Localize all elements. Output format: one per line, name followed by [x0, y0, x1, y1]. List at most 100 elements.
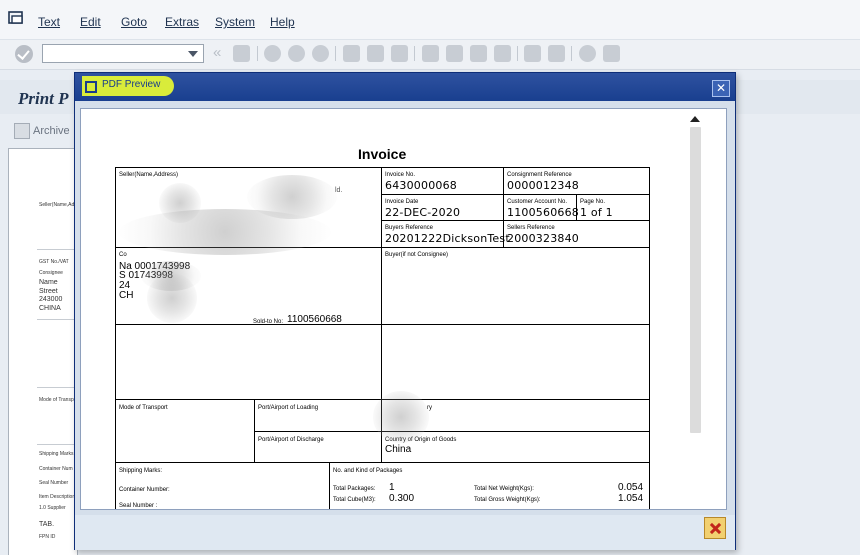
page-no-value: 1 of 1 [580, 206, 613, 219]
seller-label: Seller(Name,Address) [119, 172, 179, 178]
redaction-mark [147, 273, 197, 323]
total-packages-label: Total Packages: [333, 486, 376, 492]
menu-system[interactable]: System [215, 15, 255, 29]
bg-doc-line: Shipping Marks [39, 451, 74, 457]
bg-doc-line: TAB. [39, 521, 55, 528]
customer-account-value: 1100560668 [507, 206, 579, 219]
bg-doc-line: 243000 [39, 296, 63, 303]
buyer-label: Buyer(if not Consignee) [385, 252, 449, 258]
back-icon[interactable] [264, 45, 281, 62]
gross-weight-value: 1.054 [618, 493, 644, 504]
menu-goto[interactable]: Goto [121, 15, 147, 29]
last-page-icon[interactable] [494, 45, 511, 62]
mode-transport-label: Mode of Transport [119, 405, 168, 411]
pdf-preview-dialog: PDF Preview ✕ Invoice Seller(Name,Addres… [74, 72, 736, 550]
country-origin-value: China [385, 444, 412, 455]
net-weight-label: Total Net Weight(Kgs): [474, 486, 534, 492]
shortcut-icon[interactable] [548, 45, 565, 62]
cancel-icon[interactable] [312, 45, 329, 62]
viewer-scrollbar[interactable] [686, 109, 706, 509]
consignment-ref-value: 0000012348 [507, 179, 579, 192]
scrollbar-thumb[interactable] [690, 127, 701, 433]
bg-doc-line: GST No./VAT [39, 259, 69, 265]
container-number-label: Container Number: [119, 487, 170, 493]
dialog-footer [75, 515, 735, 550]
chevron-down-icon[interactable] [188, 51, 198, 57]
menu-edit[interactable]: Edit [80, 15, 101, 29]
total-cube-value: 0.300 [389, 493, 415, 504]
total-cube-label: Total Cube(M3): [333, 497, 376, 503]
port-loading-label: Port/Airport of Loading [258, 405, 319, 411]
bg-doc-line: Consignee [39, 270, 63, 276]
buyers-ref-label: Buyers Reference [385, 225, 434, 231]
find-icon[interactable] [367, 45, 384, 62]
enter-icon[interactable] [15, 45, 33, 63]
net-weight-value: 0.054 [618, 482, 644, 493]
consignee-line: CH [119, 290, 134, 301]
bg-doc-line: Mode of Transp [39, 397, 74, 403]
redaction-mark [373, 391, 429, 443]
bg-doc-line: Name [39, 279, 58, 286]
background-page-title: Print P [18, 89, 69, 108]
prev-page-icon[interactable] [446, 45, 463, 62]
blank-cell-right [381, 324, 650, 400]
total-packages-value: 1 [389, 482, 395, 493]
bg-doc-line: FPN ID [39, 534, 56, 540]
packages-label: No. and Kind of Packages [333, 468, 403, 474]
bg-doc-line: Seller(Name,Addr [39, 202, 79, 208]
shipping-marks-label: Shipping Marks: [119, 468, 163, 474]
command-field[interactable] [42, 44, 204, 63]
save-icon[interactable] [233, 45, 250, 62]
bg-doc-line: Seal Number [39, 480, 69, 486]
sold-to-value: 1100560668 [287, 314, 342, 325]
country-origin-cell [381, 431, 650, 463]
exit-icon[interactable] [288, 45, 305, 62]
invoice-date-value: 22-DEC-2020 [385, 206, 461, 219]
help-icon[interactable] [579, 45, 596, 62]
menu-help[interactable]: Help [270, 15, 295, 29]
scroll-up-icon[interactable] [690, 116, 700, 122]
print-icon[interactable] [343, 45, 360, 62]
bg-doc-line: Item Description [39, 494, 76, 500]
invoice-date-label: Invoice Date [385, 199, 419, 205]
pdf-viewer[interactable]: Invoice Seller(Name,Address) ld. Invoice… [80, 108, 727, 510]
archive-label: Archive [33, 125, 70, 137]
system-menu-icon[interactable] [8, 11, 24, 25]
invoice-no-label: Invoice No. [385, 172, 416, 178]
buyers-ref-value: 20201222DicksonTest [385, 232, 510, 245]
background-document: Seller(Name,Addr GST No./VAT Consignee N… [8, 148, 81, 555]
gross-weight-label: Total Gross Weight(Kgs): [474, 497, 541, 503]
consignee-label: Co [119, 252, 127, 258]
buyer-cell [381, 247, 650, 325]
sold-to-label: Sold-to No: [253, 319, 284, 325]
menu-extras[interactable]: Extras [165, 15, 199, 29]
find-next-icon[interactable] [391, 45, 408, 62]
customer-account-label: Customer Account No. [507, 199, 568, 205]
bg-doc-line: 1.0 Supplier [39, 505, 66, 511]
sellers-ref-label: Sellers Reference [507, 225, 555, 231]
bg-doc-line: Street [39, 288, 58, 295]
archive-button[interactable]: Archive [14, 121, 72, 143]
layout-icon[interactable] [603, 45, 620, 62]
port-discharge-label: Port/Airport of Discharge [258, 437, 324, 443]
page-no-label: Page No. [580, 199, 606, 205]
double-left-icon: « [213, 44, 222, 61]
dialog-title-bar: PDF Preview ✕ [75, 73, 735, 101]
archive-icon [14, 123, 30, 139]
seal-number-label: Seal Number : [119, 503, 158, 509]
bg-doc-line: Container Num [39, 466, 73, 472]
window-icon [85, 81, 97, 93]
menu-text[interactable]: Text [38, 15, 60, 29]
invoice-no-value: 6430000068 [385, 179, 457, 192]
cancel-button[interactable] [704, 517, 726, 539]
close-icon[interactable]: ✕ [712, 80, 730, 97]
consignment-ref-label: Consignment Reference [507, 172, 572, 178]
port-loading-cell [254, 399, 382, 432]
invoice-title: Invoice [358, 146, 407, 162]
sellers-ref-value: 2000323840 [507, 232, 579, 245]
next-page-icon[interactable] [470, 45, 487, 62]
port-discharge-cell [254, 431, 382, 463]
new-session-icon[interactable] [524, 45, 541, 62]
bg-doc-line: CHINA [39, 305, 61, 312]
first-page-icon[interactable] [422, 45, 439, 62]
